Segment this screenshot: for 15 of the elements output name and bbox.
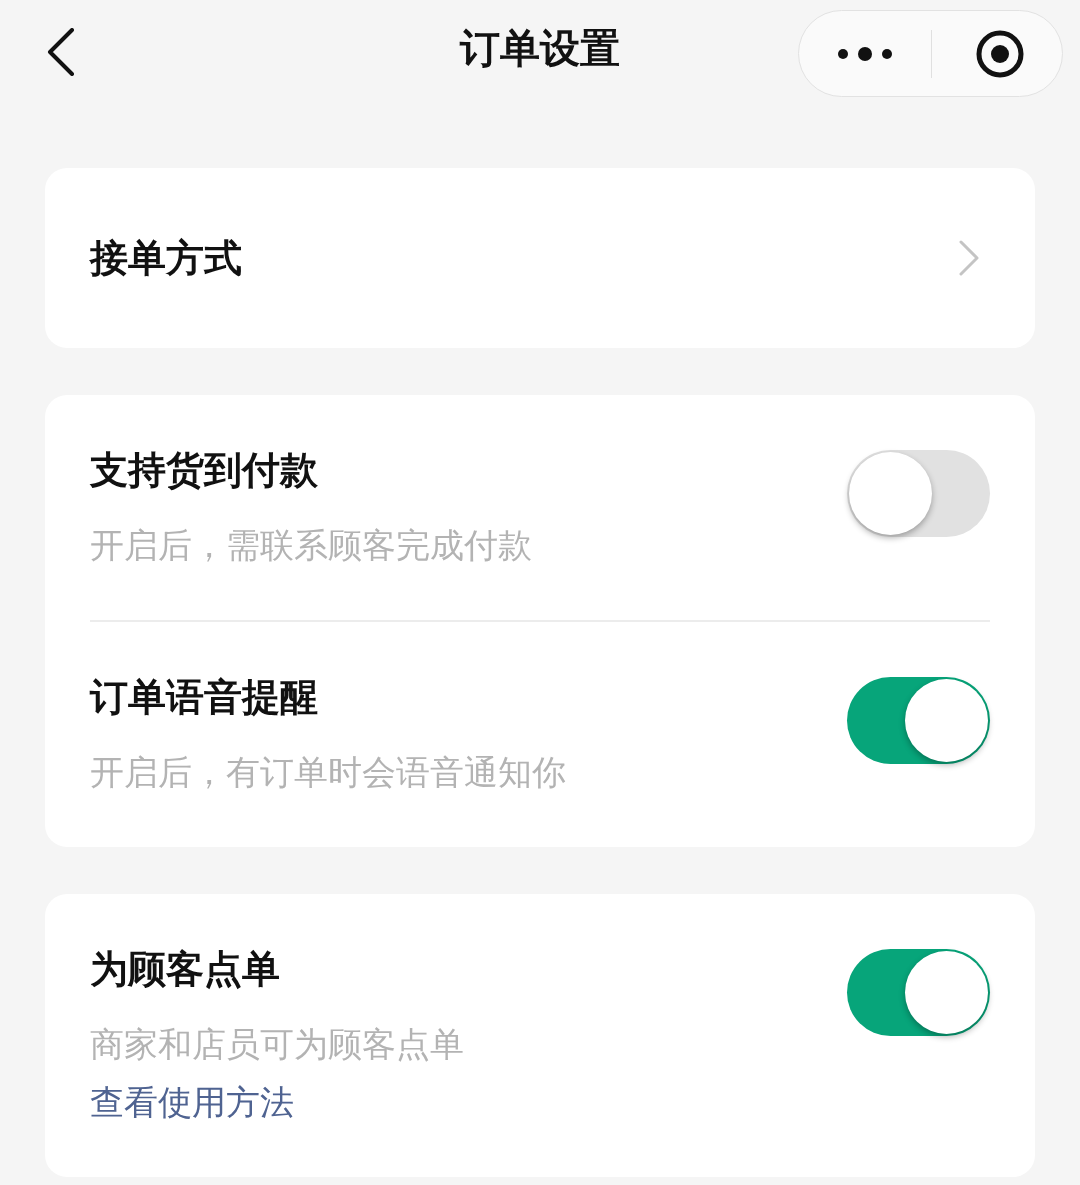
help-link[interactable]: 查看使用方法	[90, 1079, 464, 1125]
setting-title[interactable]: 接单方式	[90, 229, 242, 287]
back-icon[interactable]	[46, 28, 76, 76]
more-icon[interactable]	[837, 45, 893, 62]
toggle-switch[interactable]	[847, 949, 990, 1036]
setting-description: 开启后，需联系顾客完成付款	[90, 524, 532, 567]
close-target-icon[interactable]	[975, 28, 1025, 79]
setting-description: 商家和店员可为顾客点单	[90, 1023, 464, 1066]
setting-description: 开启后，有订单时会语音通知你	[90, 751, 566, 794]
toggle-switch[interactable]	[847, 677, 990, 764]
setting-title: 支持货到付款	[90, 447, 319, 493]
setting-title: 为顾客点单	[90, 946, 281, 992]
page-title: 订单设置	[458, 24, 621, 73]
setting-title: 订单语音提醒	[90, 674, 319, 720]
toggle-switch[interactable]	[847, 450, 990, 537]
